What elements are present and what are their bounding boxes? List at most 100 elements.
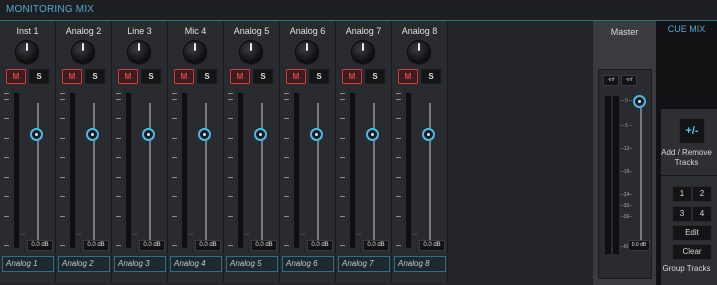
solo-button[interactable]: S bbox=[29, 69, 49, 84]
channel-strip-8: Analog 8 M S -∞ 0.0 dB Analog 8 bbox=[392, 21, 448, 283]
cue-mix-title[interactable]: CUE MIX bbox=[656, 24, 717, 34]
level-readout[interactable]: 0.0 dB bbox=[27, 240, 53, 251]
level-scale bbox=[340, 93, 346, 248]
input-source-select[interactable]: Analog 7 bbox=[338, 256, 390, 272]
solo-button[interactable]: S bbox=[141, 69, 161, 84]
level-readout[interactable]: 0.0 dB bbox=[419, 240, 445, 251]
level-readout[interactable]: 0.0 dB bbox=[363, 240, 389, 251]
group-4-button[interactable]: 4 bbox=[692, 206, 712, 222]
divider bbox=[661, 175, 717, 176]
fader-handle[interactable] bbox=[310, 128, 323, 141]
input-source-select[interactable]: Analog 2 bbox=[58, 256, 110, 272]
pan-knob[interactable] bbox=[16, 41, 38, 63]
solo-button[interactable]: S bbox=[309, 69, 329, 84]
fader-track[interactable] bbox=[37, 103, 39, 243]
mute-button[interactable]: M bbox=[286, 69, 306, 84]
fader-handle[interactable] bbox=[86, 128, 99, 141]
level-readout[interactable]: 0.0 dB bbox=[139, 240, 165, 251]
fader-track[interactable] bbox=[93, 103, 95, 243]
channel-name[interactable]: Inst 1 bbox=[0, 26, 55, 36]
fader-track[interactable] bbox=[317, 103, 319, 243]
group-3-button[interactable]: 3 bbox=[672, 206, 692, 222]
channel-name[interactable]: Analog 6 bbox=[280, 26, 335, 36]
fader-handle[interactable] bbox=[30, 128, 43, 141]
master-meter-left bbox=[605, 96, 611, 254]
mute-button[interactable]: M bbox=[342, 69, 362, 84]
master-fader-handle[interactable] bbox=[633, 95, 646, 108]
pan-knob[interactable] bbox=[184, 41, 206, 63]
clear-button[interactable]: Clear bbox=[672, 244, 712, 260]
fader-track[interactable] bbox=[205, 103, 207, 243]
input-source-select[interactable]: Analog 1 bbox=[2, 256, 54, 272]
input-source-select[interactable]: Analog 3 bbox=[114, 256, 166, 272]
master-level-readout[interactable]: 0.0 dB bbox=[628, 240, 650, 251]
master-strip: -inf -inf – 0 – – 6 – –12– –18– –24– –30… bbox=[598, 69, 652, 279]
channel-name[interactable]: Line 3 bbox=[112, 26, 167, 36]
cue-mix-panel: CUE MIX +/- Add / Remove Tracks 1 2 3 4 … bbox=[656, 21, 717, 285]
level-meter bbox=[294, 93, 299, 248]
fader-handle[interactable] bbox=[142, 128, 155, 141]
minus-inf-mark: -∞ bbox=[245, 231, 250, 236]
master-peak-left[interactable]: -inf bbox=[603, 75, 619, 86]
input-source-select[interactable]: Analog 6 bbox=[282, 256, 334, 272]
mute-button[interactable]: M bbox=[174, 69, 194, 84]
minus-inf-mark: -∞ bbox=[77, 231, 82, 236]
cue-mix-controls: +/- Add / Remove Tracks 1 2 3 4 Edit Cle… bbox=[661, 109, 717, 285]
pan-knob[interactable] bbox=[72, 41, 94, 63]
solo-button[interactable]: S bbox=[365, 69, 385, 84]
level-readout[interactable]: 0.0 dB bbox=[83, 240, 109, 251]
input-source-select[interactable]: Analog 5 bbox=[226, 256, 278, 272]
mute-button[interactable]: M bbox=[62, 69, 82, 84]
channel-strip-2: Analog 2 M S -∞ 0.0 dB Analog 2 bbox=[56, 21, 112, 283]
pan-knob[interactable] bbox=[296, 41, 318, 63]
mute-button[interactable]: M bbox=[118, 69, 138, 84]
group-1-button[interactable]: 1 bbox=[672, 186, 692, 202]
master-fader-track[interactable] bbox=[640, 100, 642, 250]
fader-handle[interactable] bbox=[366, 128, 379, 141]
level-scale bbox=[172, 93, 178, 248]
pan-knob[interactable] bbox=[240, 41, 262, 63]
channel-name[interactable]: Analog 7 bbox=[336, 26, 391, 36]
channel-name[interactable]: Analog 5 bbox=[224, 26, 279, 36]
level-readout[interactable]: 0.0 dB bbox=[251, 240, 277, 251]
channel-name[interactable]: Analog 8 bbox=[392, 26, 447, 36]
input-source-select[interactable]: Analog 4 bbox=[170, 256, 222, 272]
channel-strip-3: Line 3 M S -∞ 0.0 dB Analog 3 bbox=[112, 21, 168, 283]
minus-inf-mark: -∞ bbox=[301, 231, 306, 236]
solo-button[interactable]: S bbox=[197, 69, 217, 84]
solo-button[interactable]: S bbox=[85, 69, 105, 84]
solo-button[interactable]: S bbox=[253, 69, 273, 84]
solo-button[interactable]: S bbox=[421, 69, 441, 84]
pan-knob[interactable] bbox=[352, 41, 374, 63]
fader-track[interactable] bbox=[429, 103, 431, 243]
level-scale bbox=[284, 93, 290, 248]
fader-track[interactable] bbox=[261, 103, 263, 243]
mute-button[interactable]: M bbox=[398, 69, 418, 84]
level-readout[interactable]: 0.0 dB bbox=[195, 240, 221, 251]
fader-handle[interactable] bbox=[198, 128, 211, 141]
channel-name[interactable]: Analog 2 bbox=[56, 26, 111, 36]
channel-name[interactable]: Mic 4 bbox=[168, 26, 223, 36]
fader-handle[interactable] bbox=[422, 128, 435, 141]
minus-inf-mark: -∞ bbox=[21, 231, 26, 236]
mute-button[interactable]: M bbox=[6, 69, 26, 84]
pan-knob[interactable] bbox=[128, 41, 150, 63]
add-remove-tracks-button[interactable]: +/- bbox=[679, 118, 705, 144]
edit-button[interactable]: Edit bbox=[672, 225, 712, 241]
level-meter bbox=[350, 93, 355, 248]
channel-strip-7: Analog 7 M S -∞ 0.0 dB Analog 7 bbox=[336, 21, 392, 283]
level-scale bbox=[4, 93, 10, 248]
master-peak-right[interactable]: -inf bbox=[621, 75, 637, 86]
level-readout[interactable]: 0.0 dB bbox=[307, 240, 333, 251]
mute-button[interactable]: M bbox=[230, 69, 250, 84]
mixer-area: Inst 1 M S -∞ 0.0 dB Analog 1 Analog 2 M… bbox=[0, 21, 593, 285]
pan-knob[interactable] bbox=[408, 41, 430, 63]
fader-handle[interactable] bbox=[254, 128, 267, 141]
level-scale bbox=[228, 93, 234, 248]
level-meter bbox=[14, 93, 19, 248]
channel-strip-4: Mic 4 M S -∞ 0.0 dB Analog 4 bbox=[168, 21, 224, 283]
input-source-select[interactable]: Analog 8 bbox=[394, 256, 446, 272]
fader-track[interactable] bbox=[149, 103, 151, 243]
group-2-button[interactable]: 2 bbox=[692, 186, 712, 202]
fader-track[interactable] bbox=[373, 103, 375, 243]
